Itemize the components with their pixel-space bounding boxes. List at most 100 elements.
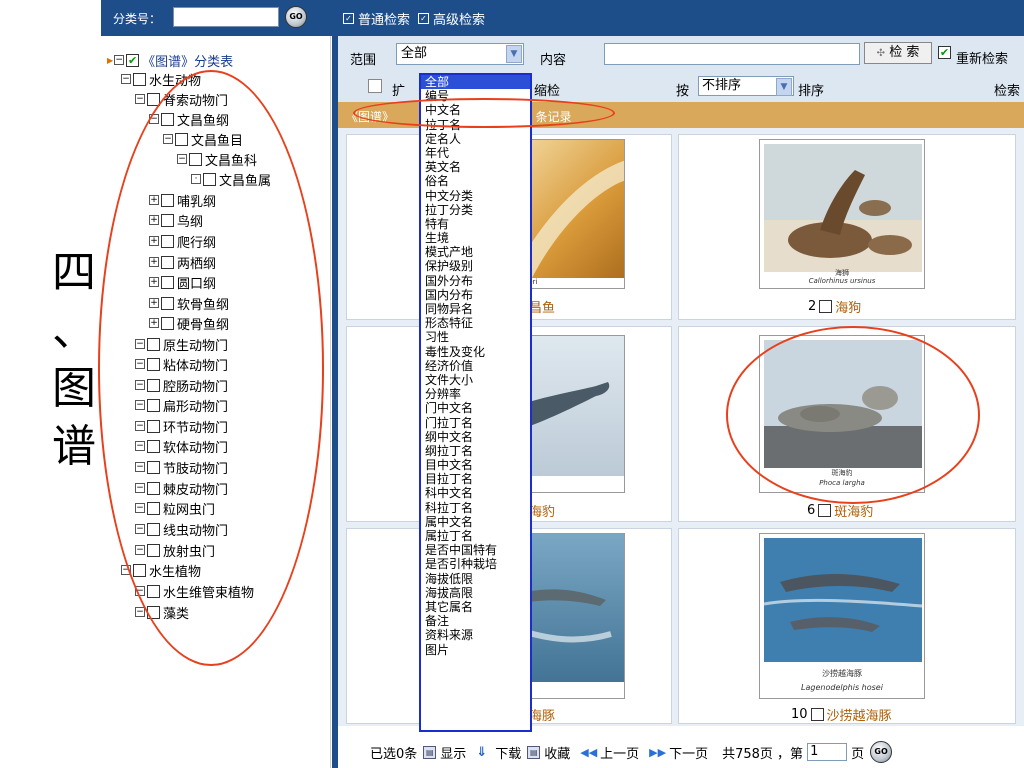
tree-node[interactable]: − 环节动物门 xyxy=(135,416,228,436)
tree-node-label[interactable]: 哺乳纲 xyxy=(177,191,216,210)
dropdown-option[interactable]: 科拉丁名 xyxy=(421,501,530,515)
dropdown-option[interactable]: 年代 xyxy=(421,146,530,160)
dropdown-option[interactable]: 属中文名 xyxy=(421,515,530,529)
dropdown-option[interactable]: 经济价值 xyxy=(421,359,530,373)
page-number-input[interactable]: 1 xyxy=(807,743,848,761)
tree-node-label[interactable]: 文昌鱼纲 xyxy=(177,110,229,129)
dropdown-option[interactable]: 拉丁名 xyxy=(421,118,530,132)
tree-node-label[interactable]: 放射虫门 xyxy=(163,541,215,560)
dropdown-option[interactable]: 国内分布 xyxy=(421,288,530,302)
sort-select[interactable]: 不排序 ▼ xyxy=(698,76,794,96)
tree-checkbox[interactable] xyxy=(189,152,202,166)
tree-checkbox[interactable] xyxy=(147,460,160,474)
dropdown-option[interactable]: 属拉丁名 xyxy=(421,529,530,543)
tree-checkbox[interactable] xyxy=(175,132,188,146)
range-select[interactable]: 全部 ▼ xyxy=(396,43,524,65)
expand-toggle-icon[interactable]: − xyxy=(149,114,159,124)
tree-checkbox[interactable] xyxy=(161,316,174,330)
dropdown-option[interactable]: 科中文名 xyxy=(421,486,530,500)
dropdown-option[interactable]: 其它属名 xyxy=(421,600,530,614)
card-name[interactable]: 斑海豹 xyxy=(834,501,873,520)
dropdown-option[interactable]: 是否引种栽培 xyxy=(421,557,530,571)
tree-node-label[interactable]: 两栖纲 xyxy=(177,253,216,272)
card-name[interactable]: 海豹 xyxy=(529,501,555,520)
expand-toggle-icon[interactable]: + xyxy=(149,195,159,205)
tree-node[interactable]: − 文昌鱼科 xyxy=(177,149,257,169)
favorite-button[interactable]: 收藏 xyxy=(544,743,570,762)
tree-node-label[interactable]: 文昌鱼目 xyxy=(191,130,243,149)
card-checkbox[interactable] xyxy=(819,300,833,313)
dropdown-option[interactable]: 中文名 xyxy=(421,103,530,117)
tree-checkbox[interactable] xyxy=(147,481,160,495)
tree-node[interactable]: − 水生维管束植物 xyxy=(135,581,254,601)
tree-checkbox[interactable] xyxy=(147,543,160,557)
tree-checkbox[interactable] xyxy=(147,398,160,412)
dropdown-option[interactable]: 拉丁分类 xyxy=(421,203,530,217)
next-page-icon[interactable]: ▶▶ xyxy=(649,746,666,759)
tree-node-label[interactable]: 环节动物门 xyxy=(163,417,228,436)
dropdown-option[interactable]: 文件大小 xyxy=(421,373,530,387)
tree-checkbox[interactable] xyxy=(147,522,160,536)
expand-toggle-icon[interactable]: + xyxy=(149,257,159,267)
tree-node-label[interactable]: 软体动物门 xyxy=(163,437,228,456)
expand-toggle-icon[interactable]: − xyxy=(135,503,145,513)
dropdown-option[interactable]: 全部 xyxy=(421,75,530,90)
download-button[interactable]: 下载 xyxy=(495,743,521,762)
tree-node[interactable]: · 文昌鱼属 xyxy=(191,169,271,189)
tree-node-label[interactable]: 节肢动物门 xyxy=(163,458,228,477)
expand-toggle-icon[interactable]: − xyxy=(135,380,145,390)
page-go-button[interactable]: GO xyxy=(870,741,893,763)
prev-page-button[interactable]: 上一页 xyxy=(600,743,639,762)
dropdown-option[interactable]: 纲中文名 xyxy=(421,430,530,444)
tree-checkbox[interactable] xyxy=(161,234,174,248)
expand-toggle-icon[interactable]: + xyxy=(149,277,159,287)
tree-node-label[interactable]: 粘体动物门 xyxy=(163,355,228,374)
tree-checkbox[interactable] xyxy=(147,419,160,433)
tree-checkbox[interactable] xyxy=(147,92,160,106)
dropdown-option[interactable]: 目中文名 xyxy=(421,458,530,472)
tree-node-label[interactable]: 《图谱》分类表 xyxy=(142,51,233,70)
code-go-button[interactable]: GO xyxy=(285,6,307,28)
range-dropdown-list[interactable]: 全部 编号 中文名 拉丁名 定名人 年代 英文名 俗名 中文分类 拉丁分类 特有 生境 模式产地 保护级别… xyxy=(419,73,532,732)
result-photo[interactable]: 海狮 Callorhinus ursinus xyxy=(759,139,925,289)
tree-node[interactable]: + 圆口纲 xyxy=(149,272,216,292)
tree-node-label[interactable]: 脊索动物门 xyxy=(163,90,228,109)
expand-toggle-icon[interactable]: · xyxy=(191,174,201,184)
research-checkbox[interactable]: ✔ xyxy=(938,46,951,59)
expand-toggle-icon[interactable]: − xyxy=(177,154,187,164)
dropdown-option[interactable]: 资料来源 xyxy=(421,628,530,642)
tree-node[interactable]: − 粒网虫门 xyxy=(135,498,215,518)
card-checkbox[interactable] xyxy=(818,504,832,517)
tree-node-label[interactable]: 藻类 xyxy=(163,603,189,622)
tree-node-label[interactable]: 腔肠动物门 xyxy=(163,376,228,395)
tree-node-label[interactable]: 水生维管束植物 xyxy=(163,582,254,601)
tree-node-label[interactable]: 鸟纲 xyxy=(177,211,203,230)
tree-node[interactable]: + 两栖纲 xyxy=(149,252,216,272)
chevron-down-icon[interactable]: ▼ xyxy=(776,78,792,96)
expand-toggle-icon[interactable]: − xyxy=(135,483,145,493)
dropdown-option[interactable]: 习性 xyxy=(421,330,530,344)
result-card[interactable]: 沙捞越海豚 Lagenodelphis hosei 10 沙捞越海豚 xyxy=(678,528,1016,724)
dropdown-option[interactable]: 特有 xyxy=(421,217,530,231)
dropdown-option[interactable]: 海拔低限 xyxy=(421,572,530,586)
dropdown-option[interactable]: 是否中国特有 xyxy=(421,543,530,557)
tree-node[interactable]: − 藻类 xyxy=(135,602,189,622)
expand-toggle-icon[interactable]: − xyxy=(135,545,145,555)
tree-checkbox[interactable] xyxy=(161,296,174,310)
tree-node[interactable]: − 粘体动物门 xyxy=(135,354,228,374)
dropdown-option[interactable]: 俗名 xyxy=(421,174,530,188)
tree-node-label[interactable]: 文昌鱼属 xyxy=(219,170,271,189)
dropdown-option[interactable]: 中文分类 xyxy=(421,189,530,203)
tree-node[interactable]: + 软骨鱼纲 xyxy=(149,293,229,313)
tree-checkbox[interactable]: ✔ xyxy=(126,53,140,67)
tree-node-label[interactable]: 文昌鱼科 xyxy=(205,150,257,169)
dropdown-option[interactable]: 门中文名 xyxy=(421,401,530,415)
tree-node[interactable]: − 扁形动物门 xyxy=(135,395,228,415)
expand-toggle-icon[interactable]: − xyxy=(163,134,173,144)
result-photo[interactable]: 斑海豹 Phoca largha xyxy=(759,335,925,493)
dropdown-option[interactable]: 定名人 xyxy=(421,132,530,146)
expand-toggle-icon[interactable]: + xyxy=(149,318,159,328)
favorite-icon[interactable]: ▤ xyxy=(527,745,541,759)
tree-node-label[interactable]: 线虫动物门 xyxy=(163,520,228,539)
tree-node[interactable]: − 文昌鱼纲 xyxy=(149,109,229,129)
